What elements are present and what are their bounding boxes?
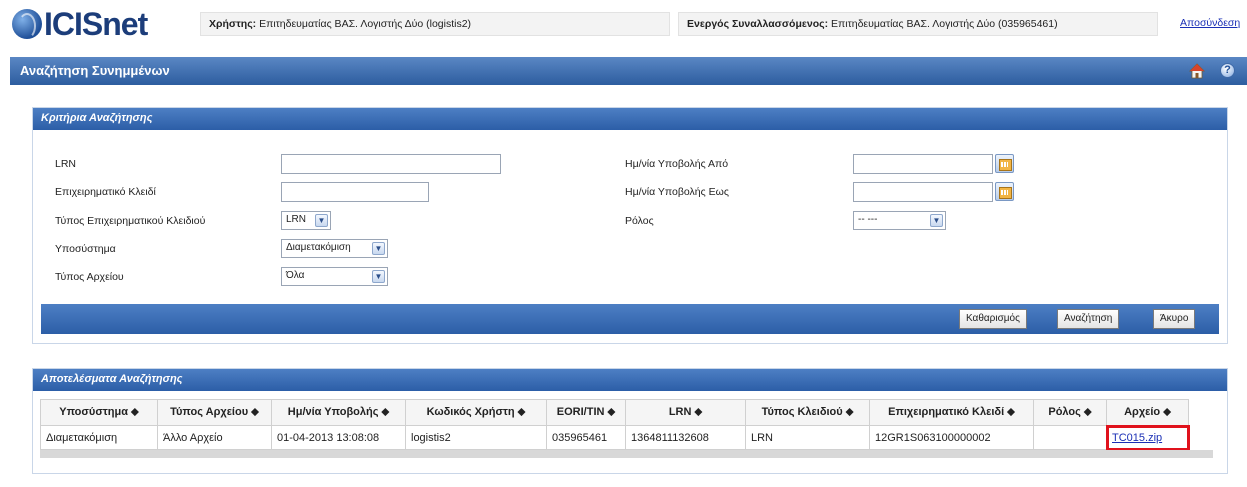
key-type-value: LRN: [286, 214, 307, 225]
subsystem-label: Υποσύστημα: [55, 243, 116, 255]
date-from-input[interactable]: [853, 154, 993, 174]
file-download-link[interactable]: TC015.zip: [1112, 432, 1162, 444]
role-select[interactable]: -- --- ▼: [853, 211, 946, 230]
search-criteria-panel: Κριτήρια Αναζήτησης LRN Επιχειρηματικό Κ…: [32, 107, 1228, 344]
clear-button[interactable]: Καθαρισμός: [959, 309, 1027, 329]
cell-key-type: LRN: [745, 425, 870, 450]
column-header-eori-tin[interactable]: EORI/TIN ⬥: [546, 399, 626, 426]
home-icon[interactable]: [1189, 63, 1205, 79]
logout-link[interactable]: Αποσύνδεση: [1180, 17, 1240, 29]
cell-role: [1033, 425, 1107, 450]
cell-eori-tin: 035965461: [546, 425, 626, 450]
cell-submission-date: 01-04-2013 13:08:08: [271, 425, 406, 450]
chevron-down-icon: ▼: [372, 270, 385, 283]
subsystem-value: Διαμετακόμιση: [286, 242, 351, 253]
date-from-label: Ημ/νία Υποβολής Από: [625, 158, 729, 170]
icisnet-logo: ICISnet: [12, 5, 148, 42]
calendar-icon[interactable]: [995, 154, 1014, 173]
key-type-select[interactable]: LRN ▼: [281, 211, 331, 230]
cancel-button[interactable]: Άκυρο: [1153, 309, 1196, 329]
column-header-key-type[interactable]: Τύπος Κλειδιού ⬥: [745, 399, 870, 426]
date-to-input[interactable]: [853, 182, 993, 202]
file-type-label: Τύπος Αρχείου: [55, 271, 124, 283]
column-header-role[interactable]: Ρόλος ⬥: [1033, 399, 1107, 426]
subsystem-select[interactable]: Διαμετακόμιση ▼: [281, 239, 388, 258]
logo-text: ICISnet: [44, 5, 148, 42]
column-header-file-type[interactable]: Τύπος Αρχείου ⬥: [157, 399, 272, 426]
cell-subsystem: Διαμετακόμιση: [40, 425, 158, 450]
file-type-value: Όλα: [286, 270, 305, 281]
column-header-lrn[interactable]: LRN ⬥: [625, 399, 746, 426]
column-header-subsystem[interactable]: Υποσύστημα ⬥: [40, 399, 158, 426]
user-value: Επιτηδευματίας ΒΑΣ. Λογιστής Δύο (logist…: [259, 18, 472, 30]
page-title-bar: Αναζήτηση Συνημμένων ?: [10, 57, 1247, 85]
app-header: ICISnet Χρήστης: Επιτηδευματίας ΒΑΣ. Λογ…: [0, 0, 1247, 50]
globe-logo-icon: [12, 9, 42, 39]
lrn-label: LRN: [55, 158, 77, 170]
cell-business-key: 12GR1S063100000002: [869, 425, 1034, 450]
user-label: Χρήστης:: [209, 18, 257, 30]
cell-lrn: 1364811132608: [625, 425, 746, 450]
role-value: -- ---: [858, 214, 878, 225]
cell-user-code: logistis2: [405, 425, 547, 450]
active-party-box: Ενεργός Συναλλασσόμενος: Επιτηδευματίας …: [678, 12, 1158, 36]
criteria-panel-title: Κριτήρια Αναζήτησης: [33, 108, 1227, 130]
chevron-down-icon: ▼: [930, 214, 943, 227]
calendar-icon[interactable]: [995, 182, 1014, 201]
results-panel-title: Αποτελέσματα Αναζήτησης: [33, 369, 1227, 391]
results-header-row: Υποσύστημα ⬥ Τύπος Αρχείου ⬥ Ημ/νία Υποβ…: [40, 399, 1189, 426]
search-button[interactable]: Αναζήτηση: [1057, 309, 1120, 329]
page-title: Αναζήτηση Συνημμένων: [20, 63, 170, 78]
date-to-label: Ημ/νία Υποβολής Εως: [625, 186, 729, 198]
chevron-down-icon: ▼: [315, 214, 328, 227]
file-type-select[interactable]: Όλα ▼: [281, 267, 388, 286]
results-table: Υποσύστημα ⬥ Τύπος Αρχείου ⬥ Ημ/νία Υποβ…: [40, 399, 1190, 451]
cell-file-type: Άλλο Αρχείο: [157, 425, 272, 450]
chevron-down-icon: ▼: [372, 242, 385, 255]
lrn-input[interactable]: [281, 154, 501, 174]
party-label: Ενεργός Συναλλασσόμενος:: [687, 18, 829, 30]
column-header-submission-date[interactable]: Ημ/νία Υποβολής ⬥: [271, 399, 406, 426]
role-label: Ρόλος: [625, 215, 654, 227]
current-user-box: Χρήστης: Επιτηδευματίας ΒΑΣ. Λογιστής Δύ…: [200, 12, 670, 36]
column-header-user-code[interactable]: Κωδικός Χρήστη ⬥: [405, 399, 547, 426]
party-value: Επιτηδευματίας ΒΑΣ. Λογιστής Δύο (035965…: [831, 18, 1058, 30]
column-header-business-key[interactable]: Επιχειρηματικό Κλειδί ⬥: [869, 399, 1034, 426]
table-row: Διαμετακόμιση Άλλο Αρχείο 01-04-2013 13:…: [40, 424, 1190, 451]
search-results-panel: Αποτελέσματα Αναζήτησης Υποσύστημα ⬥ Τύπ…: [32, 368, 1228, 474]
results-table-footer: [40, 450, 1213, 458]
cell-file: TC015.zip: [1105, 424, 1190, 451]
column-header-file[interactable]: Αρχείο ⬥: [1106, 399, 1189, 426]
criteria-action-bar: Καθαρισμός Αναζήτηση Άκυρο: [41, 304, 1219, 334]
key-type-label: Τύπος Επιχειρηματικού Κλειδιού: [55, 215, 206, 227]
business-key-label: Επιχειρηματικό Κλειδί: [55, 186, 156, 198]
business-key-input[interactable]: [281, 182, 429, 202]
help-icon[interactable]: ?: [1220, 63, 1235, 78]
